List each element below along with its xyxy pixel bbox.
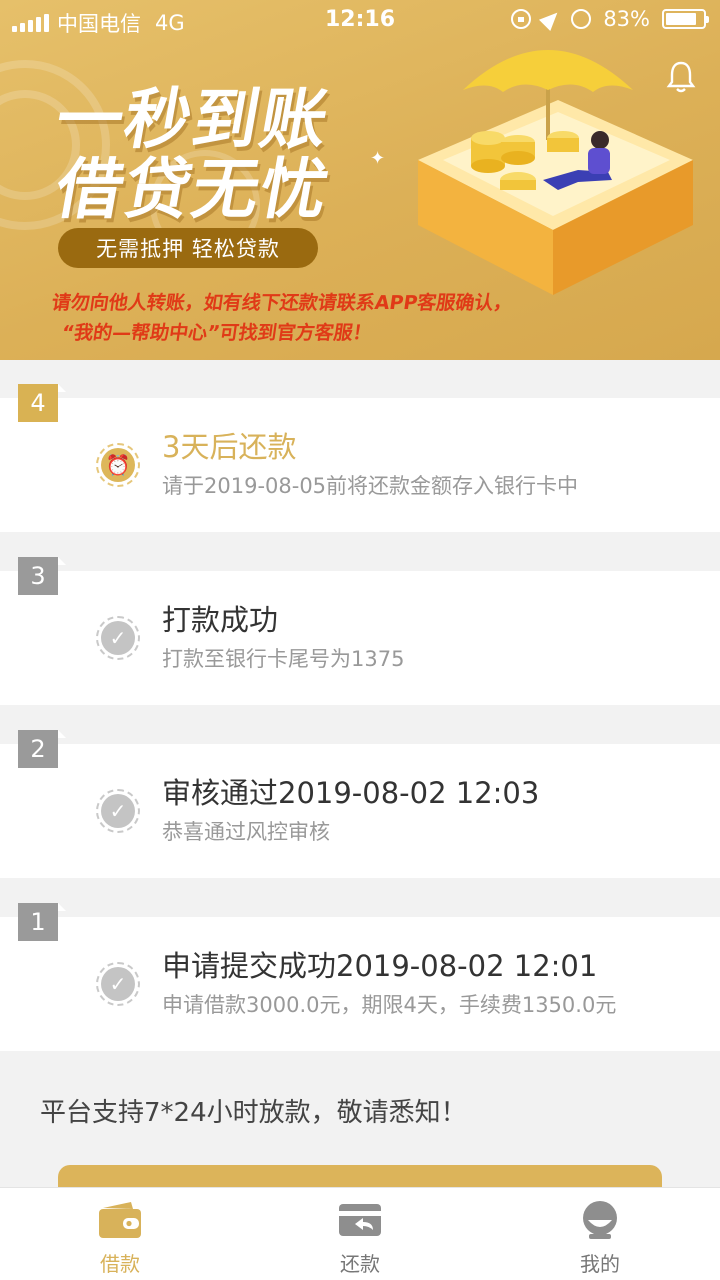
bell-icon[interactable] [666, 60, 696, 94]
status-bar: 中国电信 4G 12:16 83% [0, 0, 720, 40]
tab-label: 我的 [580, 1252, 620, 1276]
checkmark-icon: ✓ [96, 616, 140, 660]
timeline-step-2: 2 ✓ 审核通过2019-08-02 12:03 恭喜通过风控审核 [0, 730, 720, 878]
alarm-icon [571, 9, 592, 29]
tab-label: 还款 [340, 1252, 380, 1276]
step-title: 3天后还款 [162, 430, 297, 464]
checkmark-icon: ✓ [96, 789, 140, 833]
repay-card-icon [339, 1204, 381, 1236]
sparkle-icon: ✦ [370, 148, 386, 169]
wallet-icon [99, 1202, 141, 1238]
step-number-badge: 4 [18, 384, 66, 422]
step-number-badge: 2 [18, 730, 66, 768]
warning-line2: “我的—帮助中心”可找到官方客服！ [60, 322, 374, 344]
timeline-step-4: 4 ⏰ 3天后还款 请于2019-08-05前将还款金额存入银行卡中 [0, 384, 720, 532]
banner-pill: 无需抵押 轻松贷款 [58, 228, 318, 268]
service-notice: 平台支持7*24小时放款，敬请悉知！ [40, 1098, 467, 1128]
rotation-lock-icon [511, 9, 532, 29]
step-desc: 打款至银行卡尾号为1375 [162, 647, 405, 671]
step-number-badge: 1 [18, 903, 66, 941]
location-icon [539, 6, 564, 32]
promo-banner[interactable]: 一秒到账 借贷无忧 无需抵押 轻松贷款 请勿向他人转账，如有线下还款请联系APP… [0, 0, 720, 360]
step-desc: 请于2019-08-05前将还款金额存入银行卡中 [162, 474, 579, 498]
tab-mine[interactable]: 我的 [480, 1188, 720, 1280]
banner-title-line2: 借贷无忧 [50, 151, 336, 228]
tab-borrow[interactable]: 借款 [0, 1188, 240, 1280]
battery-icon [662, 9, 709, 29]
step-title: 打款成功 [162, 603, 279, 637]
step-number-badge: 3 [18, 557, 66, 595]
step-desc: 恭喜通过风控审核 [162, 820, 330, 844]
step-desc: 申请借款3000.0元，期限4天，手续费1350.0元 [162, 993, 617, 1017]
alarm-clock-icon: ⏰ [96, 443, 140, 487]
step-title: 申请提交成功2019-08-02 12:01 [162, 949, 598, 983]
tab-repay[interactable]: 还款 [240, 1188, 480, 1280]
timeline-step-3: 3 ✓ 打款成功 打款至银行卡尾号为1375 [0, 557, 720, 705]
checkmark-icon: ✓ [96, 962, 140, 1006]
step-title: 审核通过2019-08-02 12:03 [162, 776, 540, 810]
battery-percent: 83% [603, 7, 650, 31]
timeline-step-1: 1 ✓ 申请提交成功2019-08-02 12:01 申请借款3000.0元，期… [0, 903, 720, 1051]
bottom-tab-bar: 借款 还款 我的 [0, 1187, 720, 1280]
vault-umbrella-illustration [418, 50, 693, 295]
profile-icon [583, 1201, 617, 1239]
tab-label: 借款 [100, 1252, 140, 1276]
